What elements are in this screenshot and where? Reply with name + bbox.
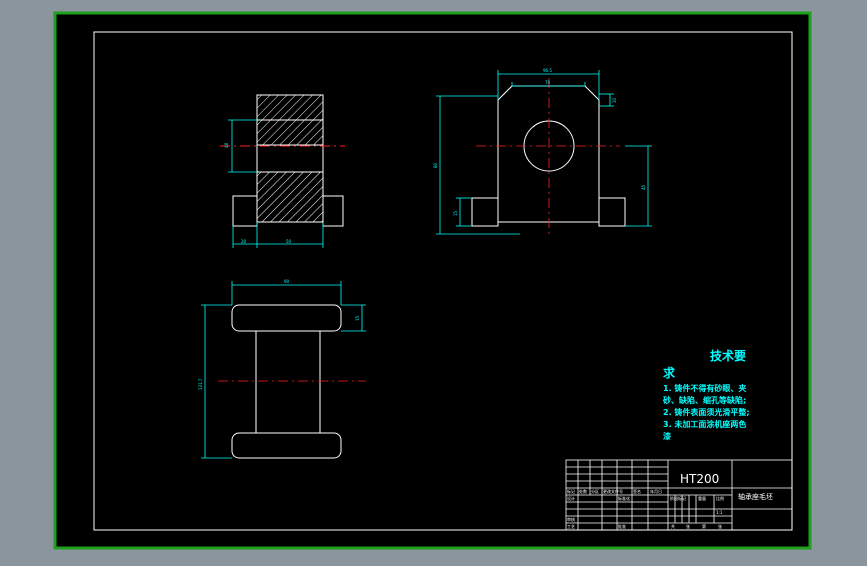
dim-side-width: 50 — [286, 239, 292, 244]
process-label: 工艺 — [567, 524, 575, 529]
stage-mark-label: 阶段标记 — [670, 495, 686, 501]
tech-item: 2. 铸件表面须光滑平整; — [663, 407, 750, 417]
dim-front-total-width: 96.5 — [543, 68, 552, 73]
design-label: 设计 — [567, 495, 575, 501]
scale-value: 1:1 — [716, 510, 723, 515]
dim-front-top-width: 70 — [545, 80, 551, 85]
header-doc: 更改文件号 — [603, 488, 623, 494]
standard-label: 标准化 — [618, 495, 630, 501]
sheet-unit-label-2: 张 — [718, 523, 722, 529]
dim-front-right-height: 45 — [641, 184, 646, 190]
header-count: 处数 — [579, 488, 587, 494]
tech-item: 3. 未加工面涂机座两色 — [663, 419, 746, 429]
tech-title-1: 技术要 — [710, 348, 746, 363]
material-label: HT200 — [680, 472, 719, 486]
tech-title-2: 求 — [663, 365, 676, 380]
tech-item: 1. 铸件不得有砂眼、夹 — [663, 383, 746, 393]
dim-top-flange: 15 — [355, 315, 360, 321]
approve-label: 批准 — [618, 523, 626, 529]
review-label: 审核 — [567, 516, 575, 522]
part-name: 轴承座毛坯 — [738, 492, 773, 501]
dim-front-total-height: 80 — [433, 162, 438, 168]
dim-top-width: 90 — [284, 279, 290, 284]
drawing-canvas: 48 20 50 96.5 70 10 80 15 45 90 131.7 15… — [53, 11, 812, 550]
weight-label: 重量 — [698, 495, 706, 501]
dim-side-foot: 20 — [241, 239, 247, 244]
tech-item: 漆 — [663, 431, 671, 441]
side-hatch-bottom — [256, 171, 324, 223]
sheet-index-label: 第 — [702, 523, 706, 529]
header-mark: 标记 — [567, 488, 575, 494]
header-date: 年月日 — [650, 488, 662, 494]
drawing-sheet — [53, 11, 812, 550]
dim-side-bore: 48 — [224, 142, 229, 148]
dim-front-foot-height: 15 — [453, 210, 458, 216]
header-sign: 签名 — [633, 488, 641, 494]
dim-front-chamfer: 10 — [612, 97, 617, 103]
sheet-total-label: 共 — [671, 523, 675, 529]
header-zone: 分区 — [591, 488, 599, 494]
dim-top-length: 131.7 — [198, 378, 203, 390]
sheet-unit-label: 张 — [686, 523, 690, 529]
cad-viewport: 48 20 50 96.5 70 10 80 15 45 90 131.7 15… — [0, 0, 867, 562]
scale-label: 比例 — [716, 495, 724, 501]
tech-item: 砂、缺陷、缩孔等缺陷; — [662, 395, 746, 405]
